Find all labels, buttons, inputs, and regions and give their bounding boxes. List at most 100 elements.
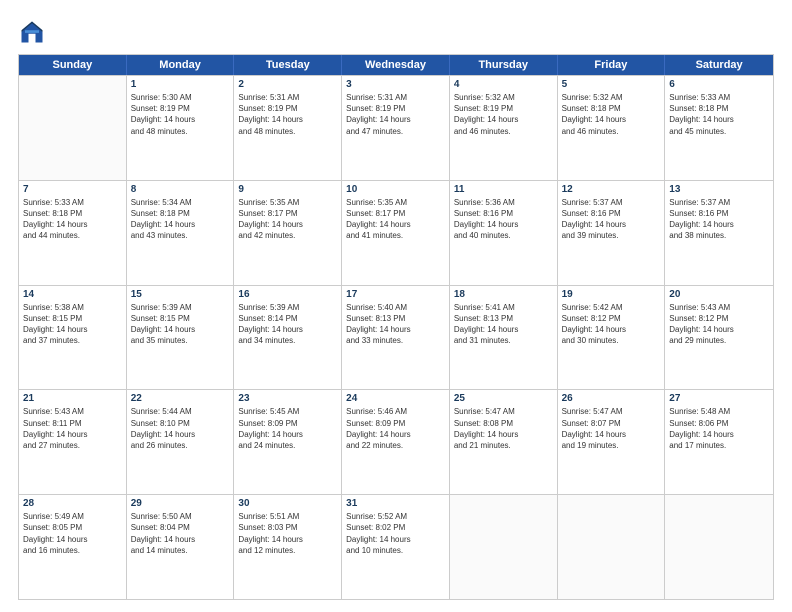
empty-cell [558, 495, 666, 599]
day-number: 25 [454, 393, 553, 404]
day-info: Sunrise: 5:47 AM Sunset: 8:08 PM Dayligh… [454, 406, 553, 451]
day-cell-15: 15 Sunrise: 5:39 AM Sunset: 8:15 PM Dayli… [127, 286, 235, 390]
day-number: 12 [562, 184, 661, 195]
day-cell-13: 13Sunrise: 5:37 AM Sunset: 8:16 PM Dayli… [665, 181, 773, 285]
day-number: 29 [131, 498, 230, 509]
day-number: 1 [131, 79, 230, 90]
day-number: 9 [238, 184, 337, 195]
day-info: Sunrise: 5:48 AM Sunset: 8:06 PM Dayligh… [669, 406, 769, 451]
day-cell-19: 19 Sunrise: 5:42 AM Sunset: 8:12 PM Dayli… [558, 286, 666, 390]
day-cell-2: 2 Sunrise: 5:31 AM Sunset: 8:19 PM Daylig… [234, 76, 342, 180]
day-cell-25: 25 Sunrise: 5:47 AM Sunset: 8:08 PM Dayli… [450, 390, 558, 494]
day-cell-20: 20Sunrise: 5:43 AM Sunset: 8:12 PM Dayli… [665, 286, 773, 390]
day-number: 10 [346, 184, 445, 195]
day-info: Sunrise: 5:43 AM Sunset: 8:12 PM Dayligh… [669, 302, 769, 347]
day-info: Sunrise: 5:42 AM Sunset: 8:12 PM Dayligh… [562, 302, 661, 347]
day-cell-24: 24 Sunrise: 5:46 AM Sunset: 8:09 PM Dayli… [342, 390, 450, 494]
day-info: Sunrise: 5:39 AM Sunset: 8:15 PM Dayligh… [131, 302, 230, 347]
day-cell-18: 18 Sunrise: 5:41 AM Sunset: 8:13 PM Dayli… [450, 286, 558, 390]
day-number: 5 [562, 79, 661, 90]
day-number: 16 [238, 289, 337, 300]
day-number: 30 [238, 498, 337, 509]
day-info: Sunrise: 5:30 AM Sunset: 8:19 PM Dayligh… [131, 92, 230, 137]
header-cell-saturday: Saturday [665, 55, 773, 75]
day-cell-17: 17 Sunrise: 5:40 AM Sunset: 8:13 PM Dayli… [342, 286, 450, 390]
day-cell-30: 30 Sunrise: 5:51 AM Sunset: 8:03 PM Dayli… [234, 495, 342, 599]
day-cell-22: 22 Sunrise: 5:44 AM Sunset: 8:10 PM Dayli… [127, 390, 235, 494]
day-cell-8: 8 Sunrise: 5:34 AM Sunset: 8:18 PM Daylig… [127, 181, 235, 285]
day-info: Sunrise: 5:44 AM Sunset: 8:10 PM Dayligh… [131, 406, 230, 451]
day-number: 13 [669, 184, 769, 195]
day-info: Sunrise: 5:35 AM Sunset: 8:17 PM Dayligh… [238, 197, 337, 242]
day-info: Sunrise: 5:32 AM Sunset: 8:18 PM Dayligh… [562, 92, 661, 137]
day-number: 15 [131, 289, 230, 300]
day-cell-5: 5 Sunrise: 5:32 AM Sunset: 8:18 PM Daylig… [558, 76, 666, 180]
day-cell-10: 10 Sunrise: 5:35 AM Sunset: 8:17 PM Dayli… [342, 181, 450, 285]
day-cell-23: 23 Sunrise: 5:45 AM Sunset: 8:09 PM Dayli… [234, 390, 342, 494]
calendar-header-row: SundayMondayTuesdayWednesdayThursdayFrid… [19, 55, 773, 75]
day-cell-29: 29Sunrise: 5:50 AM Sunset: 8:04 PM Dayli… [127, 495, 235, 599]
day-number: 7 [23, 184, 122, 195]
day-number: 22 [131, 393, 230, 404]
day-info: Sunrise: 5:36 AM Sunset: 8:16 PM Dayligh… [454, 197, 553, 242]
week-row-5: 28Sunrise: 5:49 AM Sunset: 8:05 PM Dayli… [19, 494, 773, 599]
week-row-3: 14Sunrise: 5:38 AM Sunset: 8:15 PM Dayli… [19, 285, 773, 390]
day-info: Sunrise: 5:51 AM Sunset: 8:03 PM Dayligh… [238, 511, 337, 556]
day-info: Sunrise: 5:45 AM Sunset: 8:09 PM Dayligh… [238, 406, 337, 451]
day-info: Sunrise: 5:43 AM Sunset: 8:11 PM Dayligh… [23, 406, 122, 451]
day-number: 31 [346, 498, 445, 509]
header-cell-thursday: Thursday [450, 55, 558, 75]
day-info: Sunrise: 5:31 AM Sunset: 8:19 PM Dayligh… [238, 92, 337, 137]
day-cell-26: 26Sunrise: 5:47 AM Sunset: 8:07 PM Dayli… [558, 390, 666, 494]
day-cell-9: 9 Sunrise: 5:35 AM Sunset: 8:17 PM Daylig… [234, 181, 342, 285]
day-cell-31: 31 Sunrise: 5:52 AM Sunset: 8:02 PM Dayli… [342, 495, 450, 599]
day-number: 11 [454, 184, 553, 195]
day-cell-14: 14Sunrise: 5:38 AM Sunset: 8:15 PM Dayli… [19, 286, 127, 390]
header [18, 18, 774, 46]
empty-cell [665, 495, 773, 599]
day-info: Sunrise: 5:46 AM Sunset: 8:09 PM Dayligh… [346, 406, 445, 451]
day-number: 21 [23, 393, 122, 404]
day-info: Sunrise: 5:34 AM Sunset: 8:18 PM Dayligh… [131, 197, 230, 242]
day-number: 24 [346, 393, 445, 404]
week-row-2: 7Sunrise: 5:33 AM Sunset: 8:18 PM Daylig… [19, 180, 773, 285]
day-info: Sunrise: 5:33 AM Sunset: 8:18 PM Dayligh… [669, 92, 769, 137]
day-info: Sunrise: 5:37 AM Sunset: 8:16 PM Dayligh… [562, 197, 661, 242]
day-number: 8 [131, 184, 230, 195]
day-number: 19 [562, 289, 661, 300]
day-cell-1: 1 Sunrise: 5:30 AM Sunset: 8:19 PM Daylig… [127, 76, 235, 180]
day-info: Sunrise: 5:40 AM Sunset: 8:13 PM Dayligh… [346, 302, 445, 347]
logo-icon [18, 18, 46, 46]
day-number: 28 [23, 498, 122, 509]
day-number: 2 [238, 79, 337, 90]
day-number: 23 [238, 393, 337, 404]
day-number: 3 [346, 79, 445, 90]
day-number: 18 [454, 289, 553, 300]
day-cell-16: 16 Sunrise: 5:39 AM Sunset: 8:14 PM Dayli… [234, 286, 342, 390]
day-info: Sunrise: 5:35 AM Sunset: 8:17 PM Dayligh… [346, 197, 445, 242]
header-cell-friday: Friday [558, 55, 666, 75]
day-info: Sunrise: 5:38 AM Sunset: 8:15 PM Dayligh… [23, 302, 122, 347]
day-number: 17 [346, 289, 445, 300]
day-cell-28: 28Sunrise: 5:49 AM Sunset: 8:05 PM Dayli… [19, 495, 127, 599]
day-cell-4: 4Sunrise: 5:32 AM Sunset: 8:19 PM Daylig… [450, 76, 558, 180]
day-info: Sunrise: 5:52 AM Sunset: 8:02 PM Dayligh… [346, 511, 445, 556]
calendar: SundayMondayTuesdayWednesdayThursdayFrid… [18, 54, 774, 600]
empty-cell [19, 76, 127, 180]
calendar-body: 1 Sunrise: 5:30 AM Sunset: 8:19 PM Daylig… [19, 75, 773, 599]
day-info: Sunrise: 5:31 AM Sunset: 8:19 PM Dayligh… [346, 92, 445, 137]
day-number: 4 [454, 79, 553, 90]
day-cell-12: 12 Sunrise: 5:37 AM Sunset: 8:16 PM Dayli… [558, 181, 666, 285]
day-info: Sunrise: 5:39 AM Sunset: 8:14 PM Dayligh… [238, 302, 337, 347]
day-cell-21: 21 Sunrise: 5:43 AM Sunset: 8:11 PM Dayli… [19, 390, 127, 494]
day-number: 6 [669, 79, 769, 90]
day-cell-27: 27Sunrise: 5:48 AM Sunset: 8:06 PM Dayli… [665, 390, 773, 494]
day-cell-7: 7Sunrise: 5:33 AM Sunset: 8:18 PM Daylig… [19, 181, 127, 285]
page: SundayMondayTuesdayWednesdayThursdayFrid… [0, 0, 792, 612]
day-info: Sunrise: 5:41 AM Sunset: 8:13 PM Dayligh… [454, 302, 553, 347]
empty-cell [450, 495, 558, 599]
day-cell-11: 11 Sunrise: 5:36 AM Sunset: 8:16 PM Dayli… [450, 181, 558, 285]
header-cell-sunday: Sunday [19, 55, 127, 75]
header-cell-wednesday: Wednesday [342, 55, 450, 75]
day-number: 26 [562, 393, 661, 404]
